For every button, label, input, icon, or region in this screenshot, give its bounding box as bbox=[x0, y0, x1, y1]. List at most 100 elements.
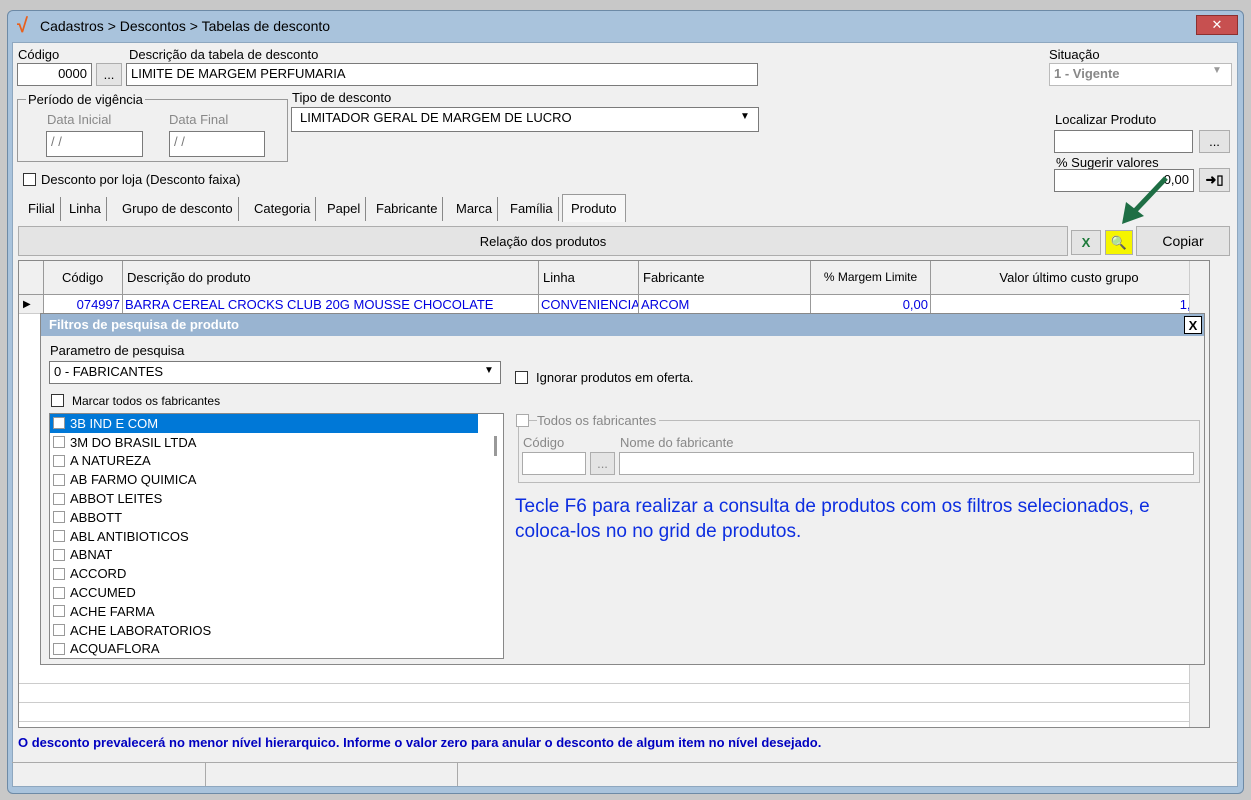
fab-codigo-input[interactable] bbox=[522, 452, 586, 475]
marcar-todos-checkbox[interactable] bbox=[51, 394, 64, 407]
data-inicial-label: Data Inicial bbox=[47, 112, 112, 127]
fab-nome-input[interactable] bbox=[619, 452, 1194, 475]
col-fabricante[interactable]: Fabricante bbox=[639, 261, 811, 294]
fabricante-item[interactable]: ABNAT bbox=[50, 546, 503, 565]
desconto-loja-label: Desconto por loja (Desconto faixa) bbox=[41, 172, 241, 187]
status-pane bbox=[12, 763, 206, 786]
dialog-close-button[interactable]: X bbox=[1184, 316, 1202, 334]
cell: 1,55 bbox=[931, 295, 1208, 313]
col-linha[interactable]: Linha bbox=[539, 261, 639, 294]
fabricante-item[interactable]: ABBOTT bbox=[50, 508, 503, 527]
footer-note: O desconto prevalecerá no menor nível hi… bbox=[18, 735, 822, 750]
col-descricao[interactable]: Descrição do produto bbox=[123, 261, 539, 294]
fabricante-item[interactable]: ACQUAFLORA bbox=[50, 640, 503, 659]
ignorar-checkbox[interactable] bbox=[515, 371, 528, 384]
status-pane bbox=[206, 763, 458, 786]
fabricante-label: ACHE FARMA bbox=[70, 603, 155, 619]
situacao-label: Situação bbox=[1049, 47, 1100, 62]
dialog-title: Filtros de pesquisa de produto bbox=[41, 314, 1204, 336]
app-logo-icon: √ bbox=[17, 15, 28, 37]
f6-hint: Tecle F6 para realizar a consulta de pro… bbox=[515, 496, 1150, 542]
tab-familia[interactable]: Família bbox=[505, 197, 559, 221]
localizar-label: Localizar Produto bbox=[1055, 112, 1157, 127]
close-button[interactable]: ✕ bbox=[1196, 15, 1238, 35]
tab-produto[interactable]: Produto bbox=[562, 194, 626, 222]
localizar-button[interactable]: ... bbox=[1199, 130, 1230, 153]
chevron-down-icon: ▼ bbox=[740, 111, 750, 122]
fabricante-checkbox[interactable] bbox=[53, 473, 65, 486]
tipo-select[interactable]: LIMITADOR GERAL DE MARGEM DE LUCRO bbox=[291, 107, 759, 132]
fabricante-checkbox[interactable] bbox=[53, 511, 65, 524]
cell: BARRA CEREAL CROCKS CLUB 20G MOUSSE CHOC… bbox=[123, 295, 539, 313]
tab-filial[interactable]: Filial bbox=[23, 197, 61, 221]
tab-marca[interactable]: Marca bbox=[451, 197, 499, 221]
fabricante-checkbox[interactable] bbox=[53, 642, 65, 655]
fabricante-item[interactable]: ABL ANTIBIOTICOS bbox=[50, 527, 503, 546]
fabricante-checkbox[interactable] bbox=[53, 548, 65, 561]
ignorar-label: Ignorar produtos em oferta. bbox=[536, 370, 694, 385]
fabricante-item[interactable]: ACCUMED bbox=[50, 583, 503, 602]
search-icon[interactable]: 🔍 bbox=[1105, 230, 1133, 255]
col-margem[interactable]: % Margem Limite bbox=[811, 261, 931, 294]
desconto-loja-checkbox[interactable] bbox=[23, 173, 36, 186]
fab-codigo-label: Código bbox=[523, 435, 565, 450]
todos-fab-label: Todos os fabricantes bbox=[537, 413, 660, 428]
col-codigo[interactable]: Código bbox=[44, 261, 123, 294]
fabricante-checkbox[interactable] bbox=[53, 454, 65, 467]
situacao-select[interactable]: 1 - Vigente bbox=[1049, 63, 1232, 86]
fabricante-checkbox[interactable] bbox=[53, 567, 65, 580]
list-scrollbar[interactable] bbox=[494, 436, 497, 456]
codigo-lookup-button[interactable]: ... bbox=[96, 63, 122, 86]
fabricante-item[interactable]: 3M DO BRASIL LTDA bbox=[50, 433, 503, 452]
fabricante-checkbox[interactable] bbox=[53, 605, 65, 618]
fabricante-checkbox[interactable] bbox=[53, 624, 65, 637]
fabricante-item[interactable]: AB FARMO QUIMICA bbox=[50, 470, 503, 489]
apply-suggest-icon[interactable]: ➜▯ bbox=[1199, 168, 1230, 192]
fabricante-label: AB FARMO QUIMICA bbox=[70, 472, 197, 488]
codigo-input[interactable]: 0000 bbox=[17, 63, 92, 86]
fabricante-item[interactable]: 3B IND E COM bbox=[50, 414, 478, 433]
fabricante-item[interactable]: ACHE LABORATORIOS bbox=[50, 621, 503, 640]
tab-categoria[interactable]: Categoria bbox=[249, 197, 317, 221]
descricao-label: Descrição da tabela de desconto bbox=[129, 47, 319, 62]
fabricante-checkbox[interactable] bbox=[53, 436, 65, 449]
fabricante-item[interactable]: A NATUREZA bbox=[50, 452, 503, 471]
descricao-input[interactable]: LIMITE DE MARGEM PERFUMARIA bbox=[126, 63, 758, 86]
table-row[interactable]: ▶ 074997 BARRA CEREAL CROCKS CLUB 20G MO… bbox=[19, 295, 1209, 314]
window-title: Cadastros > Descontos > Tabelas de desco… bbox=[40, 18, 331, 34]
fabricante-checkbox[interactable] bbox=[53, 492, 65, 505]
excel-icon[interactable]: X bbox=[1071, 230, 1101, 255]
data-inicial-input[interactable]: / / bbox=[46, 131, 143, 157]
cell: ARCOM bbox=[639, 295, 811, 313]
tab-fabricante[interactable]: Fabricante bbox=[371, 197, 444, 221]
fab-lookup-button[interactable]: ... bbox=[590, 452, 615, 475]
fabricante-label: ACCORD bbox=[70, 566, 127, 582]
arrow-annotation-icon bbox=[1122, 176, 1168, 224]
tab-linha[interactable]: Linha bbox=[64, 197, 107, 221]
todos-fab-checkbox[interactable] bbox=[516, 414, 529, 427]
col-valor[interactable]: Valor último custo grupo bbox=[931, 261, 1208, 294]
fabricante-checkbox[interactable] bbox=[53, 530, 65, 543]
relacao-header: Relação dos produtos bbox=[18, 226, 1068, 256]
tipo-label: Tipo de desconto bbox=[292, 90, 392, 105]
cell: 074997 bbox=[44, 295, 123, 313]
param-select[interactable]: 0 - FABRICANTES bbox=[49, 361, 501, 384]
copiar-button[interactable]: Copiar bbox=[1136, 226, 1230, 256]
fabricantes-list: 3B IND E COM 3M DO BRASIL LTDA A NATUREZA A… bbox=[49, 413, 504, 659]
tab-grupo[interactable]: Grupo de desconto bbox=[117, 197, 239, 221]
status-bar bbox=[12, 762, 1238, 786]
fabricante-item[interactable]: ACCORD bbox=[50, 564, 503, 583]
fabricante-checkbox[interactable] bbox=[53, 417, 65, 430]
fab-nome-label: Nome do fabricante bbox=[620, 435, 734, 450]
codigo-label: Código bbox=[18, 47, 60, 62]
cell: CONVENIENCIA bbox=[541, 295, 639, 313]
chevron-down-icon: ▼ bbox=[484, 365, 494, 376]
localizar-input[interactable] bbox=[1054, 130, 1193, 153]
tab-papel[interactable]: Papel bbox=[322, 197, 367, 221]
data-final-label: Data Final bbox=[169, 112, 229, 127]
fabricante-item[interactable]: ABBOT LEITES bbox=[50, 489, 503, 508]
fabricante-checkbox[interactable] bbox=[53, 586, 65, 599]
data-final-input[interactable]: / / bbox=[169, 131, 265, 157]
fabricante-item[interactable]: ACHE FARMA bbox=[50, 602, 503, 621]
sugerir-label: % Sugerir valores bbox=[1056, 155, 1159, 170]
